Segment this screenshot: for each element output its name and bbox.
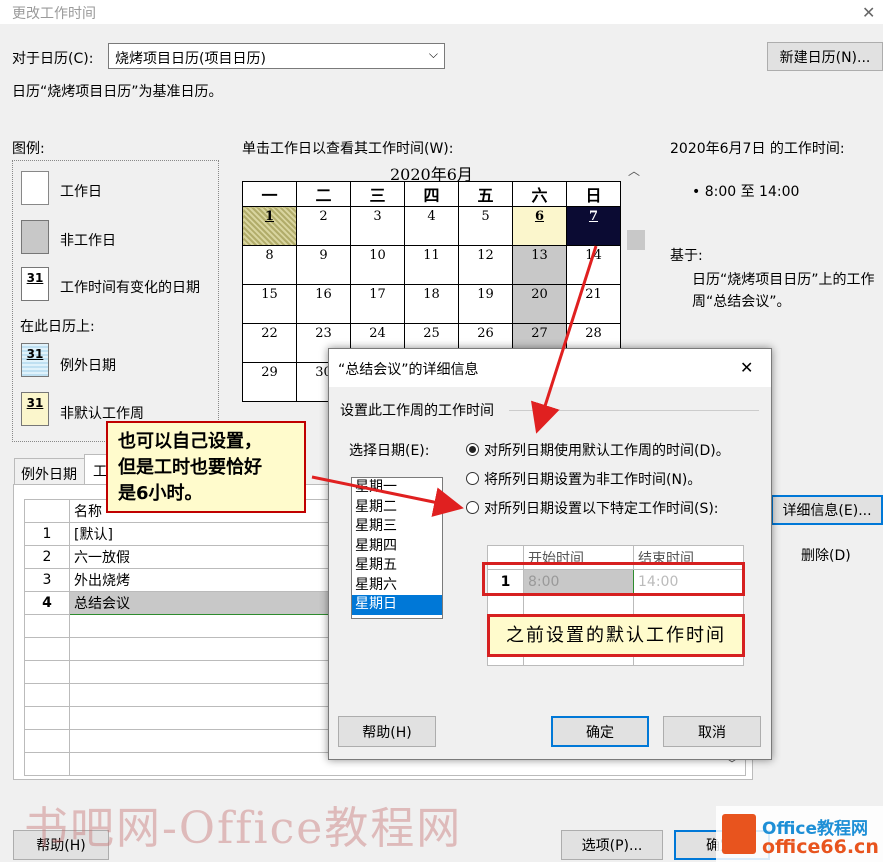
- office-logo-url: office66.cn: [762, 836, 879, 858]
- callout-line3: 是6小时。: [118, 483, 203, 504]
- arrow-to-specific-radio: [311, 475, 464, 517]
- highlight-box-times: [482, 562, 745, 596]
- annotation-label-text: 之前设置的默认工作时间: [506, 625, 726, 646]
- annotation-callout: 也可以自己设置， 但是工时也要恰好 是6小时。: [106, 421, 306, 513]
- callout-line2: 但是工时也要恰好: [118, 457, 262, 478]
- office-logo-icon: [722, 814, 756, 854]
- arrow-to-default-radio: [530, 245, 598, 434]
- office-logo-badge: Office教程网 office66.cn: [716, 806, 883, 862]
- annotation-label: 之前设置的默认工作时间: [487, 614, 745, 657]
- callout-line1: 也可以自己设置，: [118, 431, 262, 452]
- watermark-text: 书吧网-Office教程网: [24, 803, 463, 854]
